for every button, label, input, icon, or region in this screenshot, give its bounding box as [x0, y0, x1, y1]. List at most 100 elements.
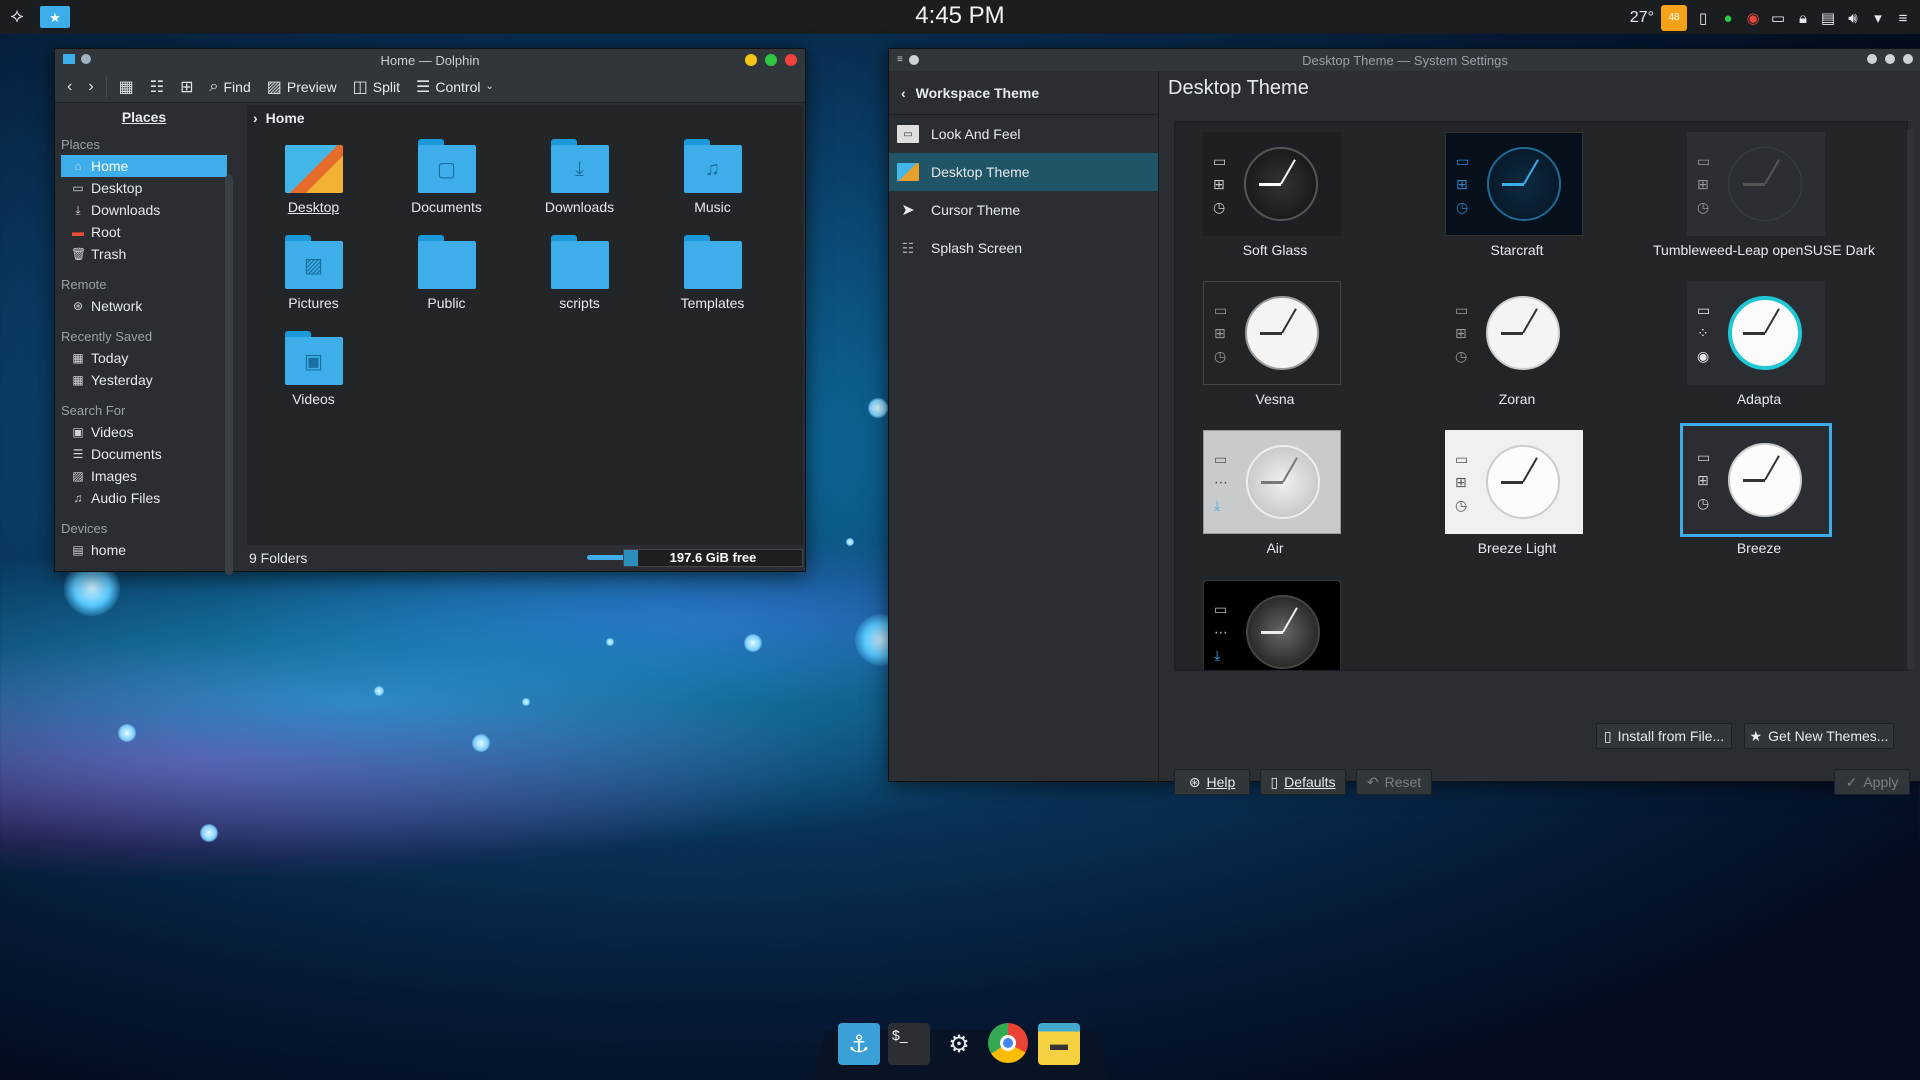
app-menu-icon[interactable] [63, 54, 75, 64]
theme-preview: ▭ ⊞ ◷ [1680, 423, 1832, 537]
place-downloads[interactable]: ⤓ Downloads [61, 199, 227, 221]
preview-icons: ▭ ⁘ ◉ [1697, 302, 1711, 364]
notes-icon[interactable]: ▤ [1819, 9, 1837, 27]
places-scrollbar[interactable] [225, 175, 233, 575]
chrome-icon[interactable] [988, 1023, 1028, 1063]
tray-expand-icon[interactable]: ▾ [1869, 9, 1887, 27]
theme-breeze[interactable]: ▭ ⊞ ◷ Breeze [1673, 422, 1845, 556]
maximize-button[interactable] [765, 54, 777, 66]
place-desktop[interactable]: ▭ Desktop [61, 177, 227, 199]
terminal-icon[interactable]: $_ [888, 1023, 930, 1065]
kde-kicker-icon[interactable]: ⟡ [4, 3, 30, 29]
preview-button[interactable]: ▨ Preview [261, 74, 343, 100]
green-status-icon[interactable]: ● [1719, 10, 1737, 27]
wallpaper-bubble [522, 698, 530, 706]
settings-tool-icon[interactable]: ⚙︎ [938, 1023, 980, 1065]
calendar-icon: ▦ [72, 351, 84, 365]
theme-breeze-light[interactable]: ▭ ⊞ ◷ Breeze Light [1431, 422, 1603, 556]
help-button[interactable]: ⊛ Help [1174, 769, 1250, 795]
details-view-button[interactable]: ⊞ [174, 74, 199, 100]
folder-public[interactable]: Public [380, 231, 513, 327]
drive-icon: ▤ [72, 543, 84, 557]
folder-templates[interactable]: Templates [646, 231, 779, 327]
pin-icon[interactable] [908, 54, 919, 65]
wallpaper-bubble [744, 634, 762, 652]
chrome-icon[interactable]: ◉ [1744, 9, 1762, 27]
app-menu-icon[interactable]: ≡ [897, 54, 903, 65]
forward-button[interactable]: › [82, 74, 99, 100]
nav-cursor-theme[interactable]: ➤ Cursor Theme [889, 191, 1158, 229]
find-button[interactable]: ⌕ Find [204, 74, 257, 100]
theme-air[interactable]: ▭ ⋯ ⤓ Air [1189, 422, 1361, 556]
search-audio[interactable]: ♫ Audio Files [61, 487, 227, 509]
theme-tumbleweed[interactable]: ▭ ⊞ ◷ Tumbleweed-Leap openSUSE Dark [1653, 124, 1875, 258]
minimize-button[interactable] [745, 54, 757, 66]
section-heading: Recently Saved [61, 329, 153, 344]
get-new-themes-button[interactable]: ★ Get New Themes... [1744, 723, 1894, 749]
place-network[interactable]: ⊛ Network [61, 295, 227, 317]
folder-desktop[interactable]: ·Desktop [247, 135, 380, 231]
folder-pictures[interactable]: ▨ Pictures [247, 231, 380, 327]
theme-zoran[interactable]: ▭ ⊞ ◷ Zoran [1431, 273, 1603, 407]
breadcrumb[interactable]: › Home [247, 105, 803, 131]
status-bar: 9 Folders 197.6 GiB free [235, 545, 805, 571]
compact-view-button[interactable]: ☷ [144, 74, 170, 100]
lock-icon[interactable]: 🔒︎ [1794, 10, 1812, 27]
control-button[interactable]: ☰ Control ⌄ [410, 74, 500, 100]
places-tab[interactable]: Places [55, 105, 233, 129]
dolphin-titlebar[interactable]: Home — Dolphin [55, 49, 805, 71]
close-button[interactable] [785, 54, 797, 66]
nav-look-and-feel[interactable]: ▭ Look And Feel [889, 115, 1158, 153]
volume-icon[interactable]: 🔊︎ [1844, 10, 1862, 27]
minimize-button[interactable] [1867, 54, 1877, 64]
display-icon[interactable]: ▭ [1769, 9, 1787, 27]
theme-grid-scrollbar[interactable] [1907, 129, 1915, 669]
splash-screen-icon: ☷ [901, 239, 915, 256]
theme-soft-glass[interactable]: ▭ ⊞ ◷ Soft Glass [1189, 124, 1361, 258]
back-button[interactable]: ‹ [61, 74, 78, 100]
apply-button[interactable]: ✓ Apply [1834, 769, 1910, 795]
clipboard-icon[interactable]: ▯ [1694, 9, 1712, 27]
folder-music[interactable]: ♫ Music [646, 135, 779, 231]
recent-yesterday[interactable]: ▦ Yesterday [61, 369, 227, 391]
theme-vesna[interactable]: ▭ ⊞ ◷ Vesna [1189, 273, 1361, 407]
split-button[interactable]: ◫ Split [347, 74, 406, 100]
pin-icon[interactable] [81, 54, 91, 64]
place-trash[interactable]: 🗑︎ Trash [61, 243, 227, 265]
maximize-button[interactable] [1885, 54, 1895, 64]
weather-sun-icon[interactable]: 48 [1661, 5, 1687, 31]
folder-downloads[interactable]: ⤓ Downloads [513, 135, 646, 231]
back-to-workspace-theme[interactable]: ‹ Workspace Theme [889, 71, 1158, 115]
place-home[interactable]: ⌂ Home [61, 155, 227, 177]
nav-desktop-theme[interactable]: Desktop Theme [889, 153, 1158, 191]
theme-adapta[interactable]: ▭ ⁘ ◉ Adapta [1673, 273, 1845, 407]
folder-scripts[interactable]: scripts [513, 231, 646, 327]
recent-today[interactable]: ▦ Today [61, 347, 227, 369]
icons-view-button[interactable]: ▦ [113, 74, 140, 100]
theme-starcraft[interactable]: ▭ ⊞ ◷ Starcraft [1431, 124, 1603, 258]
folder-documents[interactable]: ▢ Documents [380, 135, 513, 231]
folder-star-icon[interactable]: ★ [40, 6, 70, 28]
preview-icons: ▭ ⊞ ◷ [1697, 153, 1711, 215]
settings-titlebar[interactable]: ≡ Desktop Theme — System Settings [889, 49, 1920, 71]
nav-splash-screen[interactable]: ☷ Splash Screen [889, 229, 1158, 267]
device-home[interactable]: ▤ home [61, 539, 227, 561]
chevron-right-icon: › [253, 110, 258, 126]
system-tray: 27° 48 ▯ ● ◉ ▭ 🔒︎ ▤ 🔊︎ ▾ ≡ [1630, 5, 1912, 31]
search-images[interactable]: ▨ Images [61, 465, 227, 487]
search-documents[interactable]: ☰ Documents [61, 443, 227, 465]
theme-unnamed-dark[interactable]: ▭ ⋯ ⤓ [1189, 572, 1361, 670]
install-from-file-button[interactable]: ▯ Install from File... [1596, 723, 1732, 749]
file-manager-icon[interactable]: ▬ [1038, 1023, 1080, 1065]
reset-button[interactable]: ↶ Reset [1356, 769, 1432, 795]
search-videos[interactable]: ▣ Videos [61, 421, 227, 443]
hamburger-menu-icon[interactable]: ≡ [1894, 10, 1912, 27]
place-root[interactable]: ▬ Root [61, 221, 227, 243]
defaults-button[interactable]: ▯ Defaults [1260, 769, 1346, 795]
folder-videos[interactable]: ▣ Videos [247, 327, 380, 423]
anchor-icon[interactable]: ⚓︎ [838, 1023, 880, 1065]
close-button[interactable] [1903, 54, 1913, 64]
clock-preview-icon [1728, 443, 1803, 517]
weather-temp[interactable]: 27° [1630, 9, 1654, 27]
undo-icon: ↶ [1366, 773, 1379, 790]
